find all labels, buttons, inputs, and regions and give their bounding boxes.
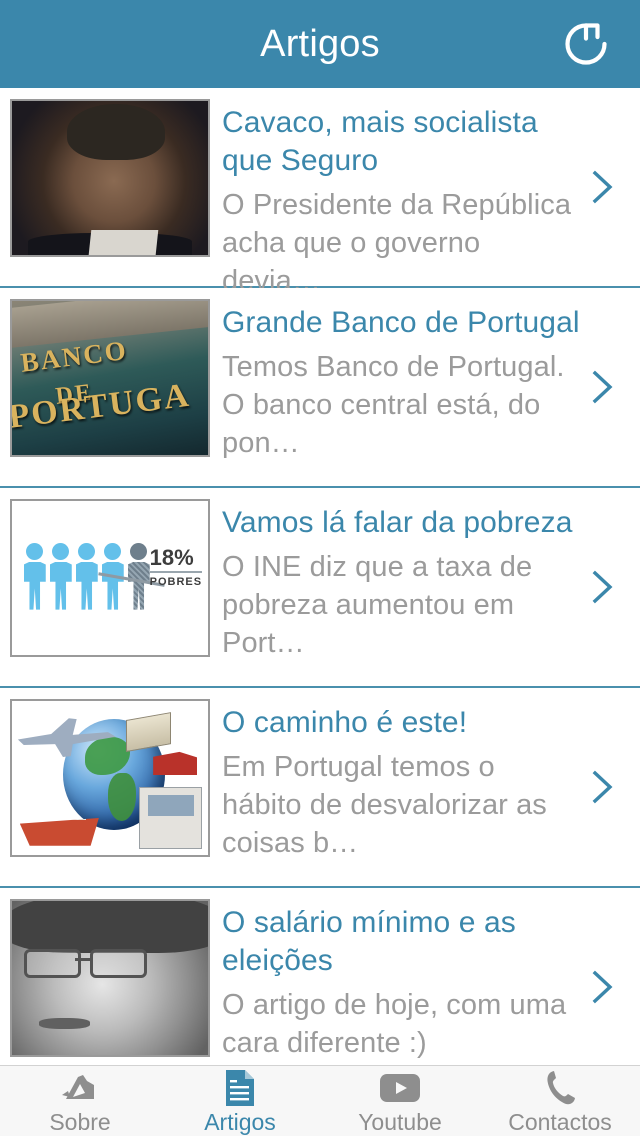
table-row[interactable]: 18% POBRES Vamos lá falar da pobreza O I… [0, 488, 640, 688]
article-thumbnail-bw-portrait [10, 899, 210, 1057]
tab-label: Contactos [508, 1109, 612, 1135]
tab-label: Artigos [204, 1109, 276, 1135]
sign-line-3: PORTUGA [12, 377, 193, 437]
tab-artigos[interactable]: Artigos [160, 1066, 320, 1136]
tab-icon-wrapper [379, 1069, 421, 1107]
article-title: Grande Banco de Portugal [222, 306, 580, 339]
banco-de-portugal-sign-photo: BANCO DE PORTUGA [12, 301, 208, 455]
infographic-caption: POBRES [149, 576, 203, 589]
tab-label: Sobre [49, 1109, 111, 1135]
article-subtitle: O artigo de hoje, com uma cara diferente… [222, 989, 567, 1059]
people-figures [23, 542, 150, 610]
thumbnail-wrapper [0, 688, 210, 857]
person-figure [49, 542, 72, 610]
article-thumbnail-logistics [10, 699, 210, 857]
row-text: Cavaco, mais socialista que Seguro O Pre… [200, 88, 640, 300]
global-logistics-collage [12, 701, 208, 855]
article-thumbnail-portrait-cavaco [10, 99, 210, 257]
tab-sobre[interactable]: Sobre [0, 1066, 160, 1136]
article-subtitle: O INE diz que a taxa de pobreza aumentou… [222, 551, 533, 659]
table-row[interactable]: Cavaco, mais socialista que Seguro O Pre… [0, 88, 640, 297]
person-figure-poor [127, 542, 150, 610]
row-text: Grande Banco de Portugal Temos Banco de … [200, 288, 640, 462]
article-title: Cavaco, mais socialista que Seguro [222, 106, 538, 177]
chevron-right-icon[interactable] [588, 767, 618, 807]
article-thumbnail-poverty-infographic: 18% POBRES [10, 499, 210, 657]
page-title: Artigos [260, 23, 380, 65]
mouth-shape [39, 1018, 91, 1029]
chevron-right-icon[interactable] [588, 967, 618, 1007]
app-screen: Artigos Cavaco, mais socialista que Segu… [0, 0, 640, 1136]
infographic-label: 18% POBRES [149, 547, 203, 589]
youtube-play-icon [380, 1074, 420, 1102]
chevron-right-icon[interactable] [588, 367, 618, 407]
infographic-percent: 18% [149, 547, 203, 574]
row-text: O caminho é este! Em Portugal temos o há… [200, 688, 640, 862]
tab-contactos[interactable]: Contactos [480, 1066, 640, 1136]
table-row[interactable]: O caminho é este! Em Portugal temos o há… [0, 688, 640, 888]
tab-icon-wrapper [60, 1069, 100, 1107]
thumbnail-wrapper [0, 88, 210, 257]
bw-portrait-photo [12, 901, 208, 1055]
article-title: O salário mínimo e as eleições [222, 906, 516, 977]
tab-youtube[interactable]: Youtube [320, 1066, 480, 1136]
row-text: O salário mínimo e as eleições O artigo … [200, 888, 640, 1062]
article-title: O caminho é este! [222, 706, 468, 739]
thumbnail-wrapper: BANCO DE PORTUGA [0, 288, 210, 457]
tab-label: Youtube [358, 1109, 442, 1135]
hair-shape [12, 901, 208, 954]
tab-bar: Sobre Artigos Youtube Contactos [0, 1065, 640, 1136]
about-logo-icon [62, 1075, 94, 1099]
refresh-button[interactable] [558, 16, 614, 72]
container-crane-shape [122, 711, 200, 778]
articles-list[interactable]: Cavaco, mais socialista que Seguro O Pre… [0, 88, 640, 1066]
article-subtitle: Temos Banco de Portugal. O banco central… [222, 351, 565, 459]
phone-icon [547, 1071, 575, 1105]
chevron-right-icon[interactable] [588, 167, 618, 207]
landmass-south [107, 772, 137, 822]
article-title: Vamos lá falar da pobreza [222, 506, 573, 539]
table-row[interactable]: O salário mínimo e as eleições O artigo … [0, 888, 640, 1066]
person-figure [23, 542, 46, 610]
poverty-infographic: 18% POBRES [12, 501, 208, 655]
chevron-right-icon[interactable] [588, 567, 618, 607]
tab-icon-wrapper [224, 1069, 256, 1107]
article-subtitle: O Presidente da República acha que o gov… [222, 189, 572, 297]
glasses-left-lens [23, 948, 81, 978]
truck-shape [139, 787, 203, 849]
glasses-right-lens [90, 948, 148, 978]
hair-shape [66, 104, 165, 160]
shirt-shape [89, 230, 159, 255]
tab-icon-wrapper [544, 1069, 576, 1107]
table-row[interactable]: BANCO DE PORTUGA Grande Banco de Portuga… [0, 288, 640, 488]
refresh-icon [565, 23, 607, 65]
row-text: Vamos lá falar da pobreza O INE diz que … [200, 488, 640, 662]
article-thumbnail-banco-portugal: BANCO DE PORTUGA [10, 299, 210, 457]
portrait-cavaco-photo [12, 101, 208, 255]
article-subtitle: Em Portugal temos o hábito de desvaloriz… [222, 751, 547, 859]
thumbnail-wrapper [0, 888, 210, 1057]
navigation-bar: Artigos [0, 0, 640, 88]
person-figure [75, 542, 98, 610]
thumbnail-wrapper: 18% POBRES [0, 488, 210, 657]
glasses-bridge [74, 957, 91, 961]
document-icon [226, 1070, 254, 1106]
